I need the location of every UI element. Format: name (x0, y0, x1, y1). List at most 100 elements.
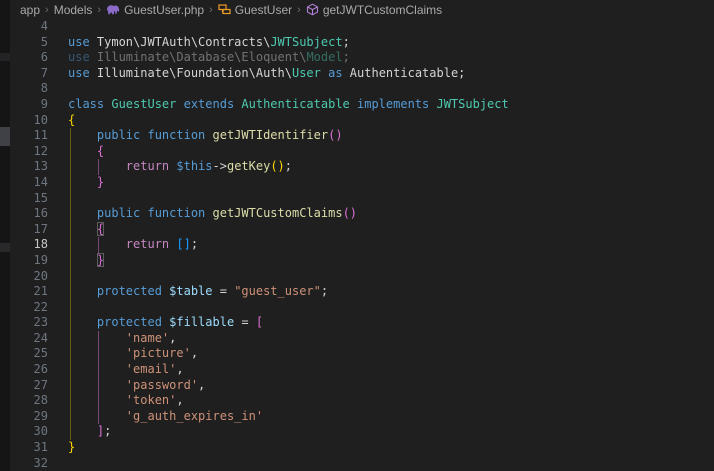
code-token: as (321, 66, 343, 80)
line-number[interactable]: 9 (10, 97, 48, 113)
code-token: implements (350, 97, 429, 111)
line-number[interactable]: 12 (10, 144, 48, 160)
code-token: } (97, 253, 104, 267)
code-line[interactable]: 19 } (10, 253, 714, 269)
code-token: protected (68, 284, 162, 298)
breadcrumb-item-app[interactable]: app (20, 3, 40, 17)
code-token: ; (191, 237, 198, 251)
code-content: use Tymon\JWTAuth\Contracts\JWTSubject; (48, 35, 714, 51)
indent-guide (98, 378, 99, 394)
code-line[interactable]: 9class GuestUser extends Authenticatable… (10, 97, 714, 113)
breadcrumb-item-guestuser-php[interactable]: GuestUser.php (106, 3, 204, 17)
code-token: , (176, 393, 183, 407)
line-number[interactable]: 8 (10, 81, 48, 97)
breadcrumb-label: GuestUser.php (124, 3, 204, 17)
line-number[interactable]: 11 (10, 128, 48, 144)
code-content: protected $fillable = [ (48, 315, 714, 331)
code-line[interactable]: 31} (10, 440, 714, 456)
code-line[interactable]: 14 } (10, 175, 714, 191)
code-line[interactable]: 7use Illuminate\Foundation\Auth\User as … (10, 66, 714, 82)
code-line[interactable]: 10{ (10, 113, 714, 129)
code-token (68, 424, 97, 438)
line-number[interactable]: 31 (10, 440, 48, 456)
line-number[interactable]: 32 (10, 456, 48, 471)
code-token: -> (213, 159, 227, 173)
breadcrumb-item-getjwtcustomclaims[interactable]: getJWTCustomClaims (306, 3, 442, 17)
code-token: 'picture' (126, 346, 191, 360)
code-line[interactable]: 21 protected $table = "guest_user"; (10, 284, 714, 300)
code-line[interactable]: 5use Tymon\JWTAuth\Contracts\JWTSubject; (10, 35, 714, 51)
breadcrumb-item-guestuser[interactable]: GuestUser (218, 3, 292, 17)
code-line[interactable]: 6use Illuminate\Database\Eloquent\Model; (10, 50, 714, 66)
line-number[interactable]: 30 (10, 424, 48, 440)
line-number[interactable]: 4 (10, 19, 48, 35)
line-number[interactable]: 13 (10, 159, 48, 175)
breadcrumb-separator-icon: › (297, 4, 301, 16)
line-number[interactable]: 5 (10, 35, 48, 51)
code-token (68, 346, 126, 360)
line-number[interactable]: 29 (10, 409, 48, 425)
indent-guide (98, 362, 99, 378)
indent-guide (70, 362, 71, 378)
code-token: protected (68, 315, 162, 329)
line-number[interactable]: 24 (10, 331, 48, 347)
line-number[interactable]: 21 (10, 284, 48, 300)
code-content: { (48, 144, 714, 160)
line-number[interactable]: 7 (10, 66, 48, 82)
line-number[interactable]: 25 (10, 346, 48, 362)
code-line[interactable]: 16 public function getJWTCustomClaims() (10, 206, 714, 222)
code-token: function (140, 206, 205, 220)
line-number[interactable]: 6 (10, 50, 48, 66)
code-token (68, 409, 126, 423)
line-number[interactable]: 23 (10, 315, 48, 331)
line-number[interactable]: 27 (10, 378, 48, 394)
line-number[interactable]: 15 (10, 191, 48, 207)
code-line[interactable]: 22 (10, 300, 714, 316)
line-number[interactable]: 16 (10, 206, 48, 222)
code-line[interactable]: 12 { (10, 144, 714, 160)
line-number[interactable]: 26 (10, 362, 48, 378)
code-line[interactable]: 26 'email', (10, 362, 714, 378)
indent-guide (70, 346, 71, 362)
code-token: } (68, 440, 75, 454)
code-line[interactable]: 8 (10, 81, 714, 97)
code-line[interactable]: 25 'picture', (10, 346, 714, 362)
line-number[interactable]: 20 (10, 269, 48, 285)
code-token: 'name' (126, 331, 169, 345)
code-line[interactable]: 4 (10, 19, 714, 35)
code-line[interactable]: 28 'token', (10, 393, 714, 409)
code-editor[interactable]: 45use Tymon\JWTAuth\Contracts\JWTSubject… (10, 19, 714, 471)
line-number[interactable]: 18 (10, 237, 48, 253)
indent-guide (70, 393, 71, 409)
code-line[interactable]: 17 { (10, 222, 714, 238)
code-line[interactable]: 20 (10, 269, 714, 285)
indent-guide (70, 269, 71, 285)
code-token: Tymon\JWTAuth\Contracts\ (90, 35, 271, 49)
code-line[interactable]: 11 public function getJWTIdentifier() (10, 128, 714, 144)
line-number[interactable]: 28 (10, 393, 48, 409)
code-line[interactable]: 15 (10, 191, 714, 207)
code-line[interactable]: 23 protected $fillable = [ (10, 315, 714, 331)
line-number[interactable]: 17 (10, 222, 48, 238)
line-number[interactable]: 22 (10, 300, 48, 316)
symbol-class-icon (218, 3, 231, 16)
code-content: public function getJWTIdentifier() (48, 128, 714, 144)
breadcrumb-label: GuestUser (235, 3, 292, 17)
line-number[interactable]: 10 (10, 113, 48, 129)
code-content: } (48, 175, 714, 191)
code-line[interactable]: 27 'password', (10, 378, 714, 394)
code-line[interactable]: 24 'name', (10, 331, 714, 347)
code-line[interactable]: 32 (10, 456, 714, 471)
breadcrumb-separator-icon: › (45, 4, 49, 16)
code-content: 'picture', (48, 346, 714, 362)
panel-edge-block (0, 53, 10, 61)
breadcrumb-item-models[interactable]: Models (54, 3, 93, 17)
indent-guide (70, 424, 71, 440)
code-line[interactable]: 30 ]; (10, 424, 714, 440)
line-number[interactable]: 14 (10, 175, 48, 191)
code-line[interactable]: 18 return []; (10, 237, 714, 253)
line-number[interactable]: 19 (10, 253, 48, 269)
breadcrumb-label: getJWTCustomClaims (323, 3, 442, 17)
code-line[interactable]: 13 return $this->getKey(); (10, 159, 714, 175)
code-line[interactable]: 29 'g_auth_expires_in' (10, 409, 714, 425)
